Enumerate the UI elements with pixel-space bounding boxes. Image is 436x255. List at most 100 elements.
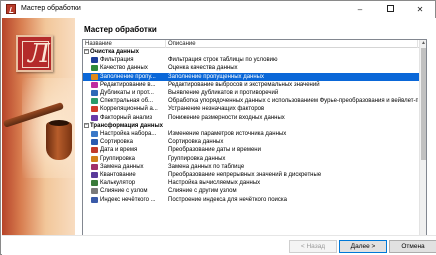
list-group-row[interactable]: − Очистка данных bbox=[83, 48, 419, 56]
list-row[interactable]: Заполнение пропу... Заполнение пропущенны… bbox=[83, 72, 419, 81]
minimize-button[interactable]: – bbox=[345, 1, 375, 18]
next-button[interactable]: Далее > bbox=[339, 240, 387, 253]
logo-emblem: Л bbox=[16, 35, 53, 72]
back-button[interactable]: < Назад bbox=[289, 240, 337, 253]
row-name: Слияние с узлом bbox=[100, 188, 148, 195]
list-row[interactable]: Настройка набора... Изменение параметров … bbox=[83, 130, 419, 138]
row-name: Настройка набора... bbox=[100, 131, 157, 137]
logo-letter: Л bbox=[28, 39, 50, 69]
app-icon bbox=[6, 4, 16, 14]
row-description: Выявление дубликатов и противоречий bbox=[168, 90, 279, 96]
list-row[interactable]: Редактирование в... Редактирование выброс… bbox=[83, 81, 419, 89]
fill-icon bbox=[91, 73, 98, 80]
page-heading: Мастер обработки bbox=[84, 25, 157, 34]
row-description: Слияние с другим узлом bbox=[168, 188, 237, 195]
list-row[interactable]: Качество данных Оценка качества данных bbox=[83, 64, 419, 72]
list-row[interactable]: Квантование Преобразование непрерывных зн… bbox=[83, 171, 419, 179]
fuzzy-index-icon bbox=[91, 196, 98, 203]
row-description: Замена данных по таблице bbox=[168, 163, 245, 170]
row-name: Трансформация данных bbox=[90, 122, 163, 129]
list-group-row[interactable]: − Трансформация данных bbox=[83, 122, 419, 130]
correlation-icon bbox=[91, 106, 98, 113]
row-description: Заполнение пропущенных данных bbox=[168, 73, 264, 80]
vertical-scrollbar[interactable]: ▲ ▼ bbox=[419, 40, 426, 247]
collapse-icon[interactable]: − bbox=[84, 122, 89, 128]
dataset-settings-icon bbox=[91, 131, 98, 137]
row-name: Факторный анализ bbox=[100, 114, 153, 121]
row-description: Устранение незначащих факторов bbox=[168, 106, 265, 113]
row-name: Индекс нечёткого ... bbox=[100, 196, 156, 203]
row-description: Обработка упорядоченных данных с использ… bbox=[168, 98, 418, 105]
row-description: Сортировка данных bbox=[168, 139, 224, 146]
spectral-icon bbox=[91, 98, 98, 105]
minimize-icon: – bbox=[357, 5, 363, 14]
list-header: Название Описание bbox=[83, 40, 426, 48]
maximize-button[interactable] bbox=[375, 1, 405, 18]
list-row[interactable]: Факторный анализ Понижение размерности вх… bbox=[83, 114, 419, 122]
list-row[interactable]: Фильтрация Фильтрация строк таблицы по ус… bbox=[83, 56, 419, 64]
list-row[interactable]: Сортировка Сортировка данных bbox=[83, 138, 419, 146]
row-description: Оценка качества данных bbox=[168, 65, 238, 72]
row-name: Квантование bbox=[100, 172, 136, 178]
row-name: Дубликаты и прот... bbox=[100, 90, 154, 96]
row-name: Корреляционный а... bbox=[100, 106, 158, 113]
list-row[interactable]: Калькулятор Настройка вычисляемых данных bbox=[83, 179, 419, 187]
maximize-icon bbox=[386, 5, 394, 13]
list-row[interactable]: Корреляционный а... Устранение незначащих… bbox=[83, 105, 419, 113]
column-header-name[interactable]: Название bbox=[83, 40, 166, 48]
grouping-icon bbox=[91, 155, 98, 162]
row-name: Калькулятор bbox=[100, 180, 136, 187]
list-row[interactable]: Дубликаты и прот... Выявление дубликатов … bbox=[83, 89, 419, 97]
row-name: Редактирование в... bbox=[100, 81, 156, 88]
row-name: Дата и время bbox=[100, 147, 138, 154]
calculator-icon bbox=[91, 180, 98, 187]
row-description: Группировка данных bbox=[168, 155, 226, 162]
scroll-up-icon[interactable]: ▲ bbox=[420, 40, 426, 47]
list-row[interactable]: Группировка Группировка данных bbox=[83, 155, 419, 163]
collapse-icon[interactable]: − bbox=[84, 49, 89, 54]
replace-icon bbox=[91, 163, 98, 170]
cancel-button[interactable]: Отмена bbox=[389, 240, 436, 253]
window-title: Мастер обработки bbox=[21, 5, 81, 12]
handlers-list[interactable]: Название Описание − Очистка данных Фильтра… bbox=[82, 39, 427, 248]
list-row[interactable]: Замена данных Замена данных по таблице bbox=[83, 163, 419, 171]
wizard-footer: < Назад Далее > Отмена bbox=[2, 235, 436, 255]
close-icon: ✕ bbox=[416, 5, 424, 14]
row-name: Заполнение пропу... bbox=[100, 73, 156, 80]
sort-icon bbox=[91, 139, 98, 146]
quantization-icon bbox=[91, 172, 98, 178]
factor-icon bbox=[91, 114, 98, 121]
row-description: Преобразование непрерывных значений в ди… bbox=[168, 172, 322, 178]
funnel-icon bbox=[91, 57, 98, 64]
wizard-content: Мастер обработки Название Описание − Очис… bbox=[75, 18, 436, 248]
row-name: Замена данных bbox=[100, 163, 144, 170]
list-row[interactable]: Спектральная об... Обработка упорядоченны… bbox=[83, 97, 419, 105]
row-description: Построение индекса для нечёткого поиска bbox=[168, 196, 287, 203]
row-name: Группировка bbox=[100, 155, 135, 162]
row-description: Изменение параметров источника данных bbox=[168, 131, 287, 137]
row-name: Сортировка bbox=[100, 139, 133, 146]
wizard-side-image: Л bbox=[2, 18, 75, 235]
list-row[interactable]: Слияние с узлом Слияние с другим узлом bbox=[83, 187, 419, 195]
list-row[interactable]: Дата и время Преобразование даты и времен… bbox=[83, 146, 419, 154]
calendar-icon bbox=[91, 147, 98, 154]
row-description: Настройка вычисляемых данных bbox=[168, 180, 261, 187]
column-header-description[interactable]: Описание bbox=[166, 40, 418, 48]
scroll-thumb[interactable] bbox=[421, 48, 426, 160]
title-bar[interactable]: Мастер обработки – ✕ bbox=[1, 1, 435, 18]
row-name: Спектральная об... bbox=[100, 98, 154, 105]
row-description: Понижение размерности входных данных bbox=[168, 114, 285, 121]
quality-icon bbox=[91, 65, 98, 72]
close-button[interactable]: ✕ bbox=[405, 1, 435, 18]
row-description: Редактирование выбросов и экстремальных … bbox=[168, 81, 320, 88]
row-name: Фильтрация bbox=[100, 57, 134, 64]
list-row[interactable]: Индекс нечёткого ... Построение индекса д… bbox=[83, 196, 419, 204]
row-name: Очистка данных bbox=[90, 49, 139, 55]
wizard-window: Мастер обработки – ✕ Л Мастер обработки … bbox=[0, 0, 436, 255]
merge-icon bbox=[91, 188, 98, 195]
list-rows: − Очистка данных Фильтрация Фильтрация стро… bbox=[83, 48, 419, 247]
duplicates-icon bbox=[91, 90, 98, 96]
row-description: Фильтрация строк таблицы по условию bbox=[168, 57, 278, 64]
pipe-bowl-image bbox=[46, 120, 72, 160]
row-description: Преобразование даты и времени bbox=[168, 147, 261, 154]
